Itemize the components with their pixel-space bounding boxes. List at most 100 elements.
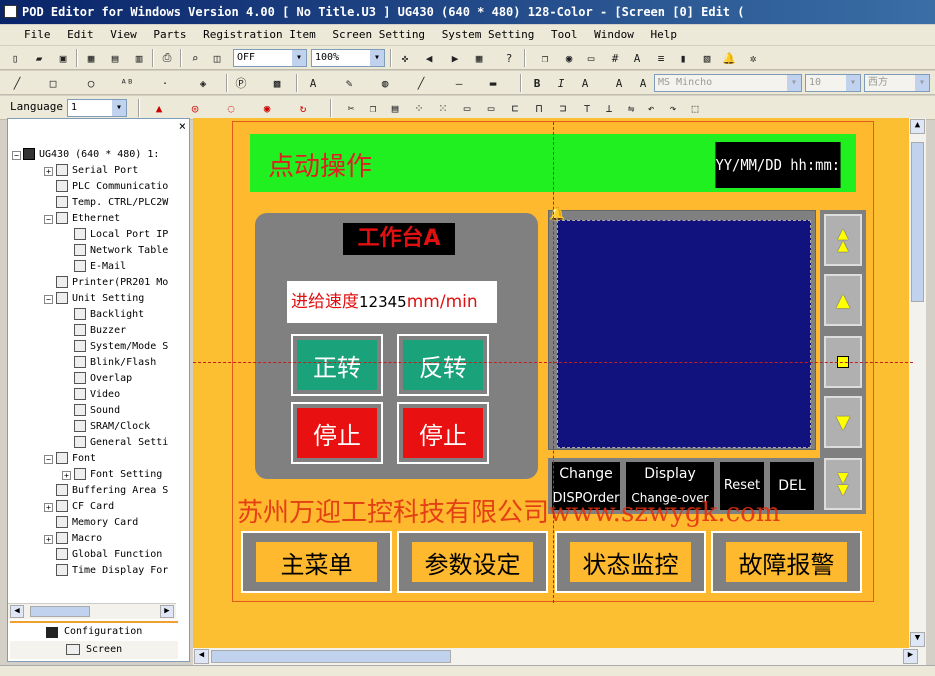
line-up-button[interactable]: ▲ — [824, 274, 862, 326]
tree-item-buzzer[interactable]: Buzzer — [74, 323, 126, 339]
tree-item-printer[interactable]: Printer(PR201 Mo — [56, 275, 168, 291]
magnifier-icon[interactable]: ⌕ — [186, 49, 204, 67]
keyboard-icon[interactable]: ▦ — [470, 49, 488, 67]
fill-icon[interactable]: ◈ — [194, 74, 212, 92]
hscroll-thumb[interactable] — [211, 650, 451, 663]
message-icon[interactable]: ≡ — [652, 49, 670, 67]
alarm-bell-icon[interactable]: 🔔 — [720, 49, 738, 67]
tile-color-icon[interactable]: ▬ — [484, 74, 502, 92]
back-arrow-icon[interactable]: ◀ — [420, 49, 438, 67]
stop-button-left[interactable]: 停止 — [291, 402, 383, 464]
hscroll-right-icon[interactable]: ▶ — [903, 649, 918, 664]
reverse-button[interactable]: 反转 — [397, 334, 489, 396]
menu-help[interactable]: Help — [646, 25, 683, 45]
tree-item-memory-card[interactable]: Memory Card — [56, 515, 138, 531]
tree-item-font-setting[interactable]: Font Setting — [74, 467, 162, 483]
menu-file[interactable]: File — [0, 25, 56, 45]
tree-item-serial-port[interactable]: Serial Port — [56, 163, 138, 179]
tree-root[interactable]: UG430 (640 * 480) 1: — [23, 147, 159, 163]
menu-tool[interactable]: Tool — [546, 25, 583, 45]
grid-icon[interactable]: ▦ — [82, 49, 100, 67]
scroll-up-icon[interactable]: ▲ — [910, 119, 925, 134]
new-file-icon[interactable]: ▯ — [6, 49, 24, 67]
num-display-icon[interactable]: # — [606, 49, 624, 67]
undo-icon[interactable]: ↶ — [642, 99, 660, 117]
align-left-icon[interactable]: ⊏ — [506, 99, 524, 117]
tree-item-ethernet[interactable]: Ethernet — [56, 211, 120, 227]
pattern-icon[interactable]: ✲ — [744, 49, 762, 67]
forward-button[interactable]: 正转 — [291, 334, 383, 396]
tree-item-unit-setting[interactable]: Unit Setting — [56, 291, 144, 307]
expand-icon[interactable]: + — [44, 167, 53, 176]
menu-system-setting[interactable]: System Setting — [437, 25, 540, 45]
canvas-hscroll[interactable]: ◀ ▶ — [193, 648, 926, 665]
main-menu-button[interactable]: 主菜单 — [241, 531, 392, 593]
tab-configuration[interactable]: Configuration — [10, 621, 178, 641]
italic-icon[interactable]: I — [552, 74, 570, 92]
tree-item-overlap[interactable]: Overlap — [74, 371, 132, 387]
zoom-select[interactable]: 100% — [311, 49, 385, 67]
sample-icon[interactable]: ▧ — [698, 49, 716, 67]
tree-item-backlight[interactable]: Backlight — [74, 307, 144, 323]
tree-item-buffering-area[interactable]: Buffering Area S — [56, 483, 168, 499]
status-monitor-button[interactable]: 状态监控 — [555, 531, 706, 593]
tree-item-plc-communication[interactable]: PLC Communicatio — [56, 179, 168, 195]
align-center-icon[interactable]: ⊓ — [530, 99, 548, 117]
line-icon[interactable]: ╱ — [8, 74, 26, 92]
line-width-icon[interactable]: — — [450, 74, 468, 92]
collapse-icon[interactable]: − — [44, 455, 53, 464]
tree-item-font[interactable]: Font — [56, 451, 96, 467]
hscroll-left-icon[interactable]: ◀ — [194, 649, 209, 664]
window-icon[interactable]: ❐ — [536, 49, 554, 67]
select-icon[interactable]: ⬚ — [686, 99, 704, 117]
redo-icon[interactable]: ↷ — [664, 99, 682, 117]
menu-view[interactable]: View — [105, 25, 142, 45]
scroll-right-icon[interactable]: ▶ — [160, 605, 174, 618]
help-icon[interactable]: ? — [500, 49, 518, 67]
page-down-button[interactable]: ▼ ▼ — [824, 458, 862, 510]
tool-icon[interactable]: ✜ — [396, 49, 414, 67]
expand-icon[interactable]: + — [62, 471, 71, 480]
bold-icon[interactable]: B — [528, 74, 546, 92]
save-icon[interactable]: ▣ — [54, 49, 72, 67]
menu-window[interactable]: Window — [589, 25, 639, 45]
sim-icon[interactable]: ▤ — [106, 49, 124, 67]
dot-icon[interactable]: · — [156, 74, 174, 92]
print-icon[interactable]: ⎙ — [158, 49, 176, 67]
tree-item-temp-ctrl[interactable]: Temp. CTRL/PLC2W — [56, 195, 168, 211]
font-color-icon[interactable]: A — [304, 74, 322, 92]
parameter-settings-button[interactable]: 参数设定 — [397, 531, 548, 593]
switch-icon[interactable]: ▭ — [582, 49, 600, 67]
expand-icon[interactable]: + — [44, 503, 53, 512]
tree-item-sram-clock[interactable]: SRAM/Clock — [74, 419, 150, 435]
copy-icon[interactable]: ❐ — [364, 99, 382, 117]
tree-item-local-port-ip[interactable]: Local Port IP — [74, 227, 168, 243]
font-name-select[interactable]: MS Mincho — [654, 74, 802, 92]
collapse-icon[interactable]: − — [12, 151, 21, 160]
paste-icon[interactable]: ▤ — [386, 99, 404, 117]
ungroup-icon[interactable]: ⁙ — [434, 99, 452, 117]
alarm-list[interactable] — [557, 220, 811, 448]
menu-screen-setting[interactable]: Screen Setting — [327, 25, 430, 45]
align-top-icon[interactable]: ⊤ — [578, 99, 596, 117]
font-size-select[interactable]: 10 — [805, 74, 861, 92]
tree-item-macro[interactable]: Macro — [56, 531, 102, 547]
cut-icon[interactable]: ✂ — [342, 99, 360, 117]
scroll-down-icon[interactable]: ▼ — [910, 632, 925, 647]
align-bottom-icon[interactable]: ⊥ — [600, 99, 618, 117]
tree-item-video[interactable]: Video — [74, 387, 120, 403]
graph-icon[interactable]: ▮ — [674, 49, 692, 67]
page-up-button[interactable]: ▲ ▲ — [824, 214, 862, 266]
zoom-icon[interactable]: ◫ — [208, 49, 226, 67]
open-folder-icon[interactable]: ▰ — [30, 49, 48, 67]
transfer-icon[interactable]: ▥ — [130, 49, 148, 67]
collapse-icon[interactable]: − — [44, 295, 53, 304]
tree-item-general-setting[interactable]: General Setti — [74, 435, 168, 451]
align-right-icon[interactable]: ⊐ — [554, 99, 572, 117]
tab-screen[interactable]: Screen — [10, 641, 178, 659]
close-panel-icon[interactable]: × — [179, 119, 186, 133]
tree-item-blink-flash[interactable]: Blink/Flash — [74, 355, 156, 371]
stop-button-right[interactable]: 停止 — [397, 402, 489, 464]
vscroll-thumb[interactable] — [911, 142, 924, 302]
scroll-thumb[interactable] — [30, 606, 90, 617]
